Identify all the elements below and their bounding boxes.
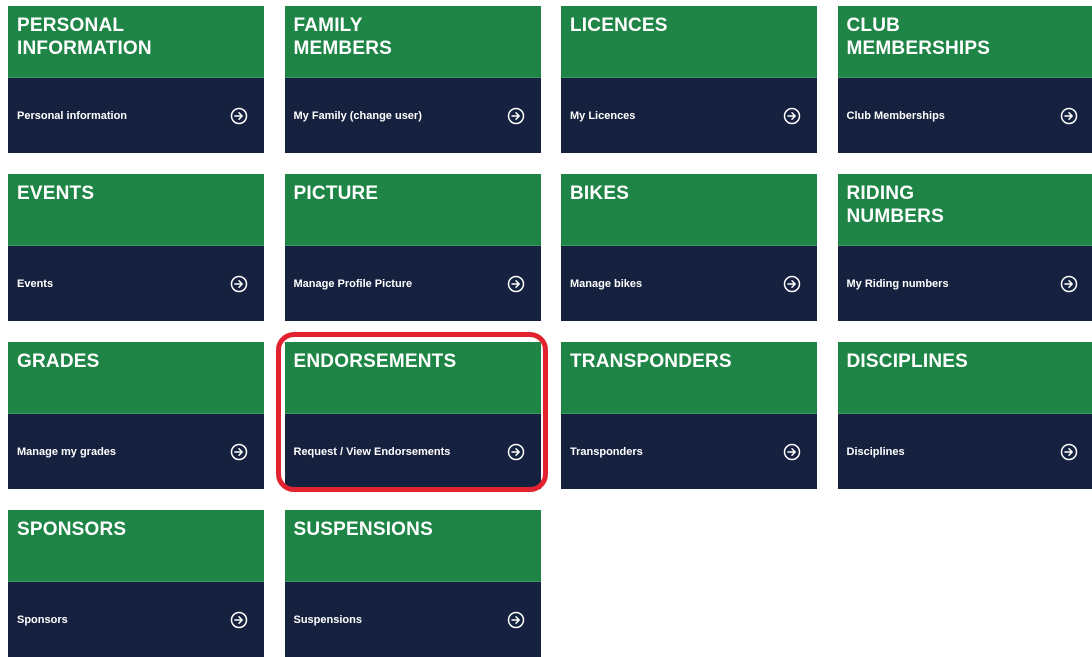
tile-link-bikes[interactable]: Manage bikes: [561, 246, 817, 321]
tile-title: LICENCES: [561, 6, 817, 78]
tile-endorsements: ENDORSEMENTS Request / View Endorsements: [285, 342, 541, 489]
tile-suspensions: SUSPENSIONS Suspensions: [285, 510, 541, 657]
tile-link-picture[interactable]: Manage Profile Picture: [285, 246, 541, 321]
arrow-right-circle-icon[interactable]: [230, 107, 248, 125]
tile-link-label: Sponsors: [17, 614, 68, 626]
tile-link-label: My Licences: [570, 110, 635, 122]
tile-title: SUSPENSIONS: [285, 510, 541, 582]
tile-grades: GRADES Manage my grades: [8, 342, 264, 489]
tile-title: ENDORSEMENTS: [285, 342, 541, 414]
tile-personal-information: PERSONAL INFORMATION Personal informatio…: [8, 6, 264, 153]
arrow-right-circle-icon[interactable]: [507, 275, 525, 293]
arrow-right-circle-icon[interactable]: [783, 443, 801, 461]
tile-title: CLUB MEMBERSHIPS: [838, 6, 1092, 78]
tile-link-endorsements[interactable]: Request / View Endorsements: [285, 414, 541, 489]
tile-family-members: FAMILY MEMBERS My Family (change user): [285, 6, 541, 153]
tile-link-disciplines[interactable]: Disciplines: [838, 414, 1092, 489]
arrow-right-circle-icon[interactable]: [507, 443, 525, 461]
tile-events: EVENTS Events: [8, 174, 264, 321]
tile-link-sponsors[interactable]: Sponsors: [8, 582, 264, 657]
arrow-right-circle-icon[interactable]: [230, 275, 248, 293]
tile-title: EVENTS: [8, 174, 264, 246]
tile-transponders: TRANSPONDERS Transponders: [561, 342, 817, 489]
tile-disciplines: DISCIPLINES Disciplines: [838, 342, 1092, 489]
tile-title: PICTURE: [285, 174, 541, 246]
tile-link-transponders[interactable]: Transponders: [561, 414, 817, 489]
tile-licences: LICENCES My Licences: [561, 6, 817, 153]
tile-bikes: BIKES Manage bikes: [561, 174, 817, 321]
tile-title: BIKES: [561, 174, 817, 246]
tile-link-label: Personal information: [17, 110, 127, 122]
tile-link-label: Disciplines: [847, 446, 905, 458]
tile-picture: PICTURE Manage Profile Picture: [285, 174, 541, 321]
arrow-right-circle-icon[interactable]: [1060, 443, 1078, 461]
tile-link-label: Events: [17, 278, 53, 290]
tile-link-suspensions[interactable]: Suspensions: [285, 582, 541, 657]
arrow-right-circle-icon[interactable]: [230, 443, 248, 461]
tile-link-events[interactable]: Events: [8, 246, 264, 321]
tile-title: PERSONAL INFORMATION: [8, 6, 264, 78]
arrow-right-circle-icon[interactable]: [507, 611, 525, 629]
tile-link-label: Club Memberships: [847, 110, 945, 122]
arrow-right-circle-icon[interactable]: [783, 107, 801, 125]
arrow-right-circle-icon[interactable]: [230, 611, 248, 629]
tile-title: RIDING NUMBERS: [838, 174, 1092, 246]
tile-link-personal-information[interactable]: Personal information: [8, 78, 264, 153]
tile-link-riding-numbers[interactable]: My Riding numbers: [838, 246, 1092, 321]
tile-link-label: Manage bikes: [570, 278, 642, 290]
tile-link-label: My Riding numbers: [847, 278, 949, 290]
tile-link-licences[interactable]: My Licences: [561, 78, 817, 153]
tile-sponsors: SPONSORS Sponsors: [8, 510, 264, 657]
tile-link-grades[interactable]: Manage my grades: [8, 414, 264, 489]
arrow-right-circle-icon[interactable]: [783, 275, 801, 293]
tile-link-family-members[interactable]: My Family (change user): [285, 78, 541, 153]
arrow-right-circle-icon[interactable]: [1060, 275, 1078, 293]
tile-link-label: Suspensions: [294, 614, 362, 626]
tile-link-club-memberships[interactable]: Club Memberships: [838, 78, 1092, 153]
tile-link-label: Manage my grades: [17, 446, 116, 458]
tile-link-label: My Family (change user): [294, 110, 422, 122]
tile-title: SPONSORS: [8, 510, 264, 582]
tile-title: DISCIPLINES: [838, 342, 1092, 414]
tile-riding-numbers: RIDING NUMBERS My Riding numbers: [838, 174, 1092, 321]
arrow-right-circle-icon[interactable]: [1060, 107, 1078, 125]
tile-club-memberships: CLUB MEMBERSHIPS Club Memberships: [838, 6, 1092, 153]
tile-link-label: Manage Profile Picture: [294, 278, 413, 290]
tile-link-label: Transponders: [570, 446, 643, 458]
tile-title: GRADES: [8, 342, 264, 414]
arrow-right-circle-icon[interactable]: [507, 107, 525, 125]
dashboard-tile-grid: PERSONAL INFORMATION Personal informatio…: [8, 6, 1092, 657]
tile-title: FAMILY MEMBERS: [285, 6, 541, 78]
tile-title: TRANSPONDERS: [561, 342, 817, 414]
tile-link-label: Request / View Endorsements: [294, 446, 451, 458]
